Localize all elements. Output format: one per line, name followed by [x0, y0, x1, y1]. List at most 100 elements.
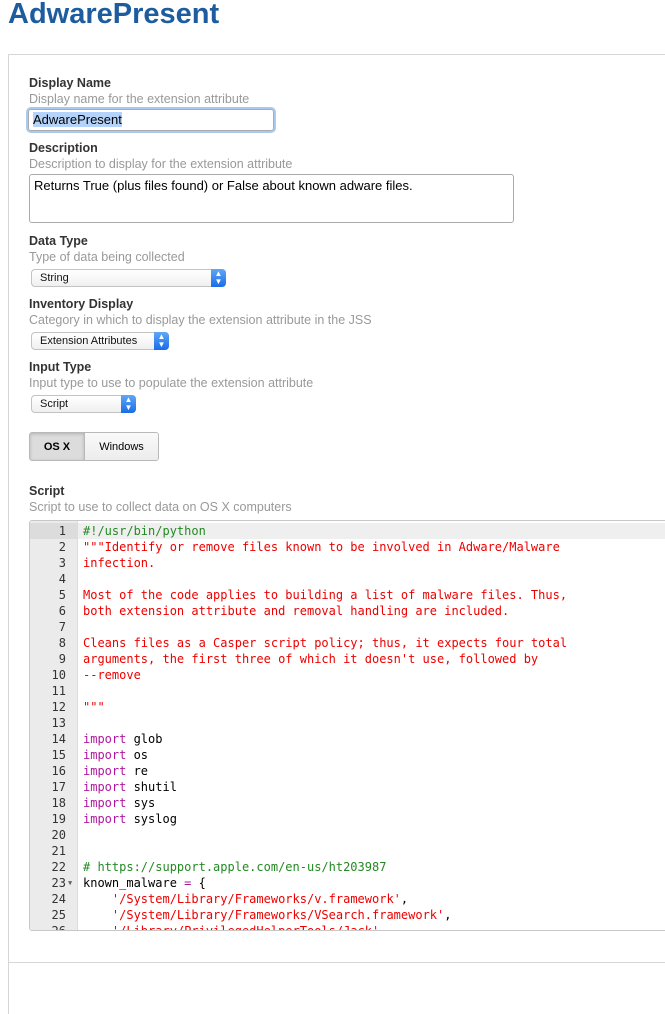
line-number: 14 — [51, 732, 66, 746]
code-token-keyword: import — [83, 780, 127, 794]
description-hint: Description to display for the extension… — [29, 157, 293, 171]
code-text: '/Library/PrivilegedHelperTools/Jack', — [83, 923, 387, 931]
code-line: 10 --remove — [30, 667, 665, 683]
code-text: import sys — [83, 795, 155, 811]
line-number: 19 — [51, 812, 66, 826]
code-line: 22 # https://support.apple.com/en-us/ht20… — [30, 859, 665, 875]
code-token-comment: # https://support.apple.com/en-us/ht2039… — [83, 860, 387, 874]
line-number: 24 — [51, 892, 66, 906]
code-line: 13 — [30, 715, 665, 731]
select-arrows-icon: ▲ ▼ — [121, 395, 136, 413]
script-editor[interactable]: 1 #!/usr/bin/python 2 """Identify or remove… — [29, 520, 665, 931]
line-number: 1 — [30, 523, 78, 539]
code-token-string: Cleans files as a Casper script policy; … — [83, 636, 568, 650]
line-number: 15 — [51, 748, 66, 762]
code-line: 17 import shutil — [30, 779, 665, 795]
code-line: 19 import syslog — [30, 811, 665, 827]
code-text: Cleans files as a Casper script policy; … — [83, 635, 567, 651]
code-line: 4 — [30, 571, 665, 587]
code-token-string: Most of the code applies to building a l… — [83, 588, 568, 602]
line-number: 26 — [51, 924, 66, 931]
code-line: 6 both extension attribute and removal ha… — [30, 603, 665, 619]
display-name-input[interactable]: AdwarePresent — [28, 109, 274, 131]
code-token-string: both extension attribute and removal han… — [83, 604, 510, 618]
code-text: known_malware = { — [83, 875, 206, 891]
data-type-hint: Type of data being collected — [29, 250, 185, 264]
line-number: 5 — [58, 588, 66, 602]
platform-toggle: OS X Windows — [29, 432, 159, 461]
code-line: 12 """ — [30, 699, 665, 715]
line-number: 22 — [51, 860, 66, 874]
code-token-plain: , — [444, 908, 452, 922]
data-type-select[interactable]: String ▲ ▼ — [31, 269, 226, 287]
data-type-value: String — [40, 272, 69, 284]
code-token-plain: shutil — [126, 780, 177, 794]
code-text: --remove — [83, 667, 141, 683]
inventory-display-label: Inventory Display — [29, 297, 134, 311]
code-line: 9 arguments, the first three of which it … — [30, 651, 665, 667]
display-name-label: Display Name — [29, 76, 111, 90]
inventory-display-value: Extension Attributes — [40, 335, 138, 347]
code-token-keyword: import — [83, 732, 127, 746]
code-token-string: """ — [83, 700, 105, 714]
code-token-plain: known_malware — [83, 876, 185, 890]
code-token-string: infection. — [83, 556, 156, 570]
line-number: 11 — [51, 684, 66, 698]
line-number: 21 — [51, 844, 66, 858]
code-text: #!/usr/bin/python — [83, 523, 206, 539]
description-textarea[interactable]: Returns True (plus files found) or False… — [29, 174, 514, 223]
code-token-plain: os — [126, 748, 149, 762]
input-type-value: Script — [40, 398, 69, 410]
code-token-string: '/System/Library/Frameworks/v.framework' — [111, 892, 401, 906]
code-line: 8 Cleans files as a Casper script policy;… — [30, 635, 665, 651]
fold-arrow-icon[interactable]: ▼ — [68, 875, 72, 891]
code-line: 1 #!/usr/bin/python — [30, 523, 665, 539]
line-number: 17 — [51, 780, 66, 794]
code-text: import os — [83, 747, 148, 763]
script-hint: Script to use to collect data on OS X co… — [29, 500, 292, 514]
line-number: 23 — [51, 876, 66, 890]
tab-windows[interactable]: Windows — [85, 433, 158, 460]
data-type-label: Data Type — [29, 234, 88, 248]
code-line: 21 — [30, 843, 665, 859]
code-text: '/System/Library/Frameworks/VSearch.fram… — [83, 907, 452, 923]
line-number: 7 — [58, 620, 66, 634]
code-token-plain: , — [379, 924, 387, 931]
line-number: 3 — [58, 556, 66, 570]
code-text: infection. — [83, 555, 155, 571]
line-number: 4 — [58, 572, 66, 586]
inventory-display-hint: Category in which to display the extensi… — [29, 313, 372, 327]
line-number: 20 — [51, 828, 66, 842]
code-token-string: """Identify or remove files known to be … — [83, 540, 560, 554]
code-text: Most of the code applies to building a l… — [83, 587, 567, 603]
code-token-string: '/Library/PrivilegedHelperTools/Jack' — [111, 924, 380, 931]
code-token-keyword: import — [83, 812, 127, 826]
input-type-select[interactable]: Script ▲ ▼ — [31, 395, 136, 413]
inventory-display-select[interactable]: Extension Attributes ▲ ▼ — [31, 332, 169, 350]
code-line: 3 infection. — [30, 555, 665, 571]
code-line: 23 ▼ known_malware = { — [30, 875, 665, 891]
code-token-keyword: import — [83, 796, 127, 810]
select-arrows-icon: ▲ ▼ — [154, 332, 169, 350]
tab-osx[interactable]: OS X — [30, 433, 85, 460]
code-line: 11 — [30, 683, 665, 699]
code-line: 7 — [30, 619, 665, 635]
code-token-comment: #!/usr/bin/python — [83, 524, 206, 538]
line-number: 10 — [51, 668, 66, 682]
code-line: 2 """Identify or remove files known to be… — [30, 539, 665, 555]
code-token-keyword: import — [83, 748, 127, 762]
script-label: Script — [29, 484, 65, 498]
code-token-plain: , — [400, 892, 409, 906]
code-text: """Identify or remove files known to be … — [83, 539, 560, 555]
code-text: import re — [83, 763, 148, 779]
code-text: # https://support.apple.com/en-us/ht2039… — [83, 859, 386, 875]
line-number: 13 — [51, 716, 66, 730]
code-token-keyword: import — [83, 764, 127, 778]
code-token-string: arguments, the first three of which it d… — [83, 652, 539, 666]
divider — [8, 962, 665, 963]
code-line: 15 import os — [30, 747, 665, 763]
line-number: 9 — [58, 652, 66, 666]
code-line: 5 Most of the code applies to building a … — [30, 587, 665, 603]
